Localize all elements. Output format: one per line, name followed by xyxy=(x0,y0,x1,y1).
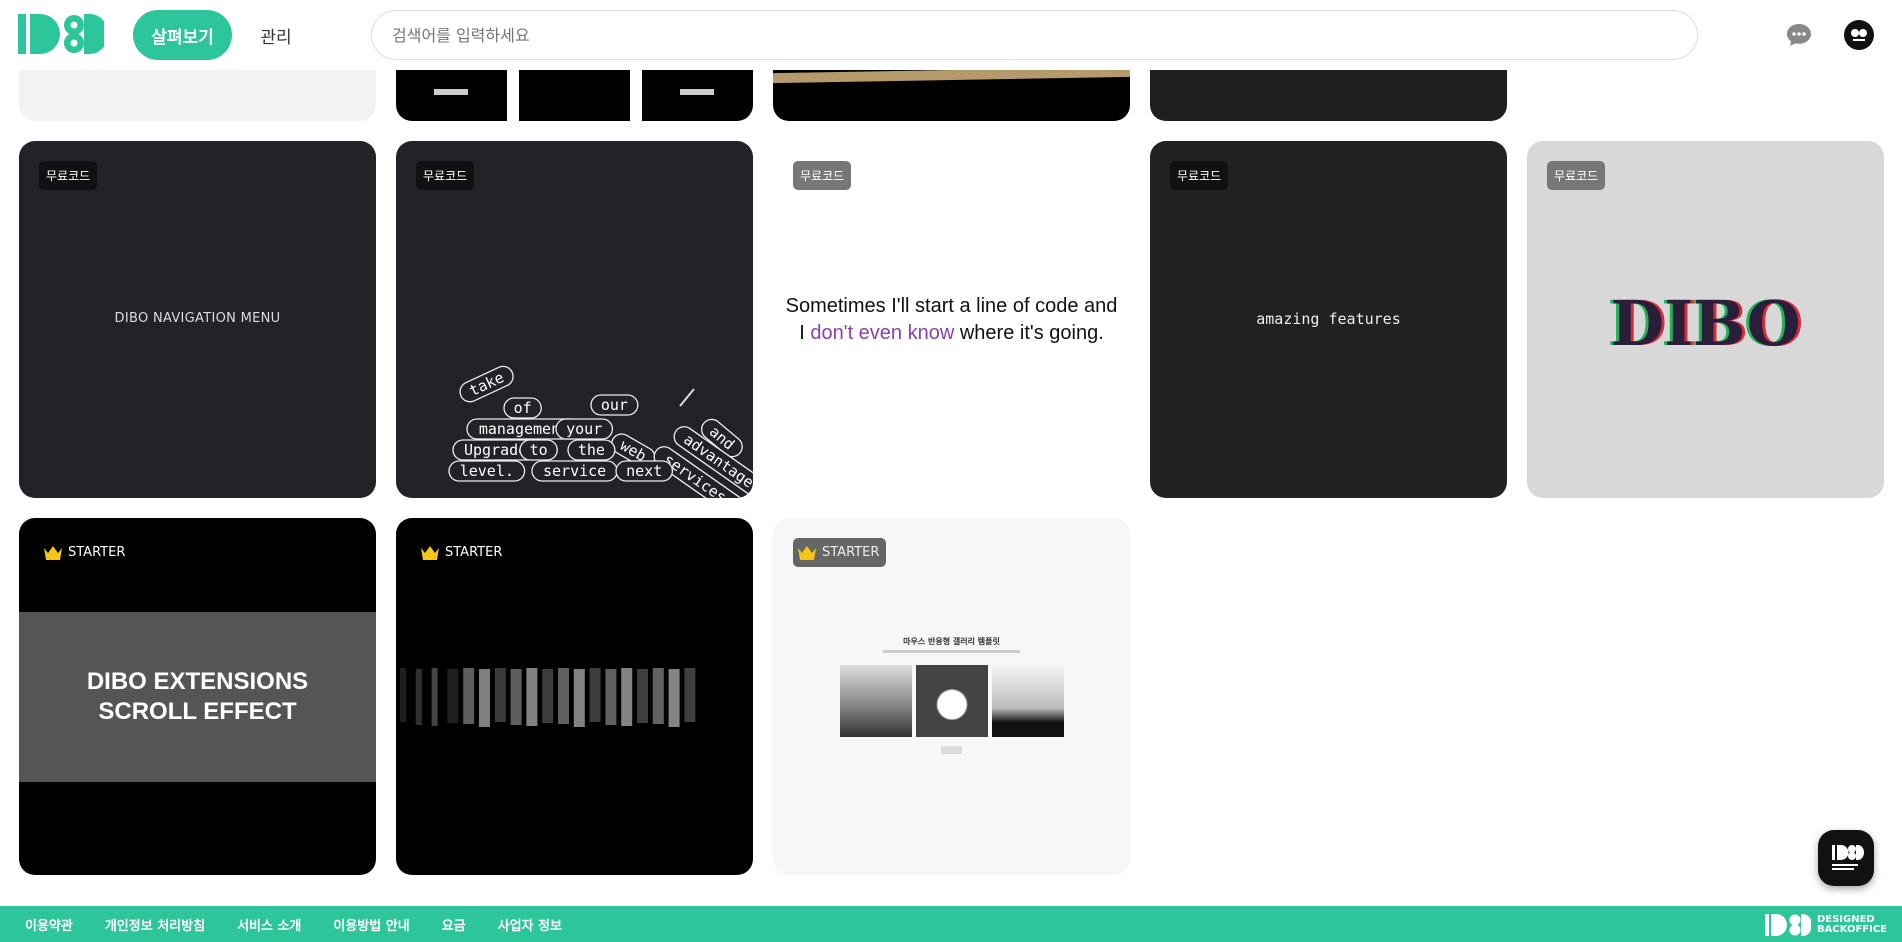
image-strip xyxy=(652,668,664,724)
image-strip xyxy=(542,669,554,723)
image-strip xyxy=(684,668,696,722)
image-strip xyxy=(526,668,538,726)
card-dibo-glitch[interactable]: 무료코드 DIBO DIBO DIBO xyxy=(1527,141,1884,498)
image-strip xyxy=(621,668,633,726)
nav-browse-button[interactable]: 살펴보기 xyxy=(133,10,232,60)
designed-backoffice-logo-icon xyxy=(1832,845,1864,870)
image-strip xyxy=(400,668,406,722)
footer-link-business-info[interactable]: 사업자 정보 xyxy=(498,915,562,934)
footer-link-terms[interactable]: 이용약관 xyxy=(25,915,73,934)
word-pill: service xyxy=(531,460,618,482)
svg-text:your: your xyxy=(566,420,602,438)
banner-line-1: DIBO EXTENSIONS xyxy=(86,668,309,695)
free-code-badge: 무료코드 xyxy=(39,161,98,190)
word-pill: your xyxy=(555,418,614,440)
glitch-text-main: DIBO xyxy=(1610,287,1801,360)
nav-manage-button[interactable]: 관리 xyxy=(246,10,306,60)
svg-text:of: of xyxy=(514,399,532,417)
glitch-text: DIBO DIBO DIBO xyxy=(1527,287,1884,367)
card-pill-words[interactable]: 무료코드 take of our and management your web advant… xyxy=(396,141,753,498)
card-mouse-gallery[interactable]: STARTER 마우스 반응형 갤러리 템플릿 xyxy=(773,518,1130,875)
card-title: amazing features xyxy=(1256,310,1401,328)
footer-link-service-intro[interactable]: 서비스 소개 xyxy=(237,915,301,934)
gallery-subtitle-line xyxy=(883,650,1020,653)
image-strip xyxy=(605,669,617,725)
image-strip xyxy=(494,668,506,722)
gallery-image-1 xyxy=(840,665,912,737)
scroll-effect-banner: DIBO EXTENSIONS SCROLL EFFECT xyxy=(19,612,376,782)
card-strip-gallery[interactable]: STARTER xyxy=(396,518,753,875)
gallery-image-2 xyxy=(916,665,988,737)
gallery-more-button xyxy=(941,746,962,754)
chat-icon[interactable] xyxy=(1786,23,1812,47)
user-avatar[interactable] xyxy=(1844,20,1874,50)
starter-badge-label: STARTER xyxy=(68,545,126,560)
footer-logo-icon xyxy=(1764,914,1811,936)
svg-text:to: to xyxy=(530,441,548,459)
crown-icon xyxy=(798,545,816,560)
free-code-badge: 무료코드 xyxy=(1170,161,1229,190)
image-strip xyxy=(431,668,438,726)
footer-logo-line-2: BACKOFFICE xyxy=(1816,924,1887,935)
free-code-badge: 무료코드 xyxy=(1547,161,1606,190)
quote-line-1: Sometimes I'll start a line of code and xyxy=(785,295,1118,317)
svg-text:Upgrade: Upgrade xyxy=(464,441,527,459)
word-pill: next xyxy=(615,460,674,482)
gallery-title: 마우스 반응형 갤러리 템플릿 xyxy=(903,637,1000,646)
word-pill: to xyxy=(519,439,558,461)
starter-badge: STARTER xyxy=(793,538,887,567)
svg-text:level.: level. xyxy=(460,462,514,480)
image-strip xyxy=(463,668,475,724)
footer-link-guide[interactable]: 이용방법 안내 xyxy=(333,915,409,934)
banner-line-2: SCROLL EFFECT xyxy=(98,698,297,725)
image-strip xyxy=(510,669,522,725)
footer: 이용약관 개인정보 처리방침 서비스 소개 이용방법 안내 요금 사업자 정보 … xyxy=(0,906,1902,942)
crown-icon xyxy=(44,545,62,560)
svg-text:the: the xyxy=(578,441,605,459)
footer-link-privacy[interactable]: 개인정보 처리방침 xyxy=(105,915,205,934)
search-input[interactable] xyxy=(371,10,1698,60)
avatar-logo-icon xyxy=(1851,29,1867,41)
quote-highlight: don't even know xyxy=(810,322,955,344)
word-pill: our xyxy=(590,394,639,416)
image-strips xyxy=(400,668,696,727)
card-title: DIBO NAVIGATION MENU xyxy=(114,311,281,326)
gallery-image-3 xyxy=(992,665,1064,737)
image-strip xyxy=(558,668,569,724)
card-amazing-features[interactable]: 무료코드 amazing features xyxy=(1150,141,1507,498)
footer-logo-text: DESIGNED BACKOFFICE xyxy=(1817,915,1887,935)
card-code-quote[interactable]: 무료코드 Sometimes I'll start a line of code… xyxy=(773,141,1130,498)
svg-text:service: service xyxy=(543,462,606,480)
quote-text: Sometimes I'll start a line of code and … xyxy=(773,293,1130,347)
quote-line-2-end: where it's going. xyxy=(954,322,1104,344)
card-scroll-effect[interactable]: STARTER DIBO EXTENSIONS SCROLL EFFECT xyxy=(19,518,376,875)
image-strip xyxy=(573,669,585,727)
card-navigation-menu[interactable]: 무료코드 DIBO NAVIGATION MENU xyxy=(19,141,376,498)
logo-icon[interactable] xyxy=(18,14,104,54)
word-pill: take xyxy=(459,365,514,403)
top-header: 살펴보기 관리 xyxy=(0,0,1902,70)
free-code-badge: 무료코드 xyxy=(793,161,852,190)
footer-logo[interactable]: DESIGNED BACKOFFICE xyxy=(1764,914,1887,936)
footer-link-pricing[interactable]: 요금 xyxy=(442,915,466,934)
starter-badge-label: STARTER xyxy=(822,545,880,560)
image-strip xyxy=(589,668,601,722)
image-strip xyxy=(668,669,680,727)
image-strip xyxy=(415,669,422,725)
image-strip xyxy=(637,669,648,723)
image-strip xyxy=(447,669,459,723)
word-pill: level. xyxy=(448,460,526,482)
floating-help-button[interactable] xyxy=(1818,830,1874,886)
word-pills: takeof ourandmanagementyourweb advantageUp… xyxy=(448,365,753,498)
svg-text:next: next xyxy=(626,462,662,480)
image-strip xyxy=(479,669,490,727)
quote-line-2-start: I xyxy=(799,322,811,344)
quote-line-2: I don't even know where it's going. xyxy=(773,320,1130,347)
svg-text:our: our xyxy=(601,396,628,414)
word-pill: the xyxy=(567,439,616,461)
starter-badge: STARTER xyxy=(39,538,132,567)
word-pill: of xyxy=(503,397,542,419)
